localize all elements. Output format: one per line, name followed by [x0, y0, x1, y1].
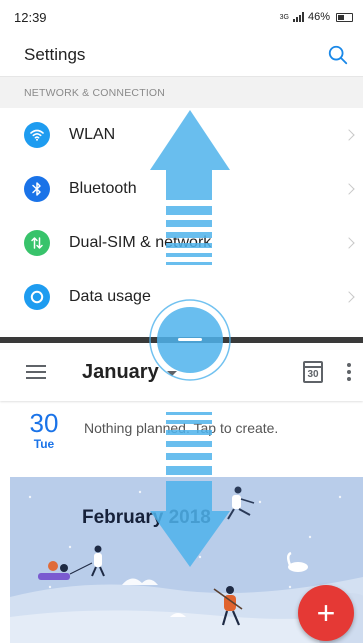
signal-icon — [292, 12, 304, 22]
calendar-toolbar: January 30 — [0, 343, 363, 401]
settings-item-label: Dual-SIM & network — [69, 234, 212, 251]
chevron-right-icon — [343, 291, 355, 303]
dual-sim-icon — [24, 230, 50, 256]
settings-item-dual-sim[interactable]: Dual-SIM & network — [0, 216, 363, 270]
empty-day-message[interactable]: Nothing planned. Tap to create. — [84, 420, 278, 436]
chevron-right-icon — [343, 183, 355, 195]
page-title: Settings — [24, 45, 86, 64]
bluetooth-icon — [24, 176, 50, 202]
wifi-icon — [24, 122, 50, 148]
plus-icon: + — [316, 595, 336, 631]
network-type-icon: 3G — [279, 13, 289, 21]
settings-pane: 12:39 3G 46% Settings NETWORK & CONNECTI… — [0, 0, 363, 337]
day-number: 30 — [29, 408, 59, 438]
settings-item-label: Data usage — [69, 288, 151, 305]
battery-icon — [336, 12, 353, 22]
settings-item-data-usage[interactable]: Data usage — [0, 270, 363, 324]
settings-item-wlan[interactable]: WLAN — [0, 108, 363, 162]
day-row[interactable]: 30 Tue Nothing planned. Tap to create. — [0, 401, 363, 477]
status-icons: 3G 46% — [280, 11, 353, 23]
settings-item-label: WLAN — [69, 126, 116, 143]
settings-item-bluetooth[interactable]: Bluetooth — [0, 162, 363, 216]
search-icon[interactable] — [327, 44, 349, 66]
chevron-down-icon[interactable] — [166, 370, 177, 376]
day-label: 30 Tue — [26, 409, 62, 451]
section-header: NETWORK & CONNECTION — [0, 76, 363, 108]
day-weekday: Tue — [33, 437, 55, 451]
month-title[interactable]: January — [82, 361, 159, 384]
banner-month-title: February 2018 — [82, 507, 211, 528]
chevron-right-icon — [343, 129, 355, 141]
today-icon-number: 30 — [307, 369, 319, 380]
chevron-right-icon — [343, 237, 355, 249]
today-button[interactable]: 30 — [303, 361, 323, 383]
settings-item-label: Bluetooth — [69, 180, 137, 197]
status-time: 12:39 — [14, 9, 47, 25]
settings-header: Settings — [0, 34, 363, 76]
battery-percent: 46% — [307, 11, 330, 23]
status-bar: 12:39 3G 46% — [0, 0, 363, 34]
create-event-button[interactable]: + — [298, 585, 354, 641]
menu-icon[interactable] — [26, 365, 46, 379]
more-options-icon[interactable] — [347, 363, 351, 381]
calendar-pane: January 30 30 Tue Nothing planned. Tap t… — [0, 343, 363, 643]
data-usage-icon — [24, 284, 50, 310]
